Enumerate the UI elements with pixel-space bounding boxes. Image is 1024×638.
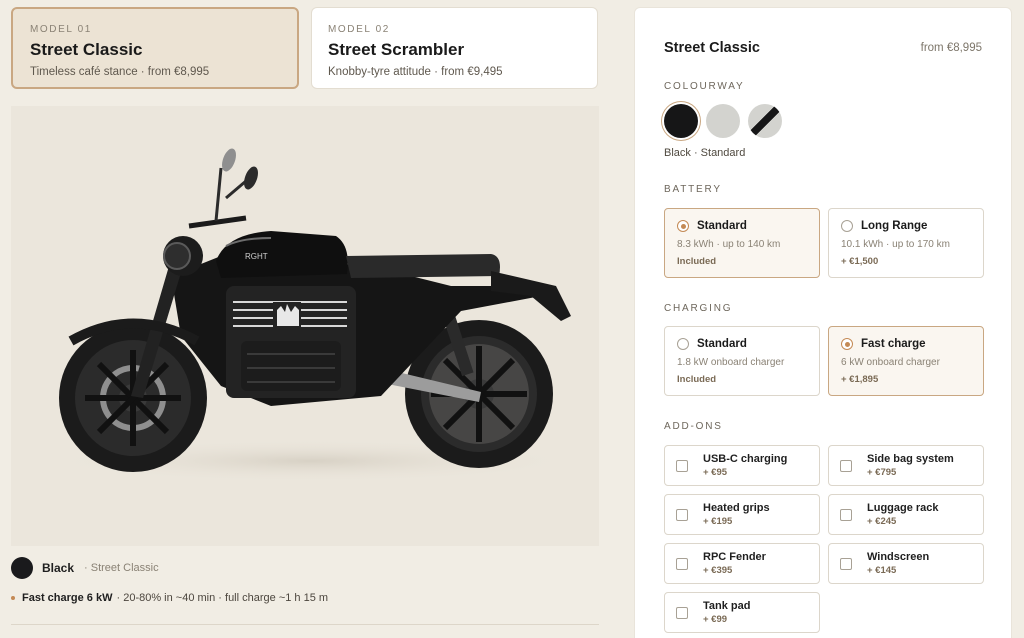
radio-icon[interactable] bbox=[677, 338, 689, 350]
option-desc: 1.8 kW onboard charger bbox=[677, 357, 785, 368]
radio-selected-icon[interactable] bbox=[677, 220, 689, 232]
model-card-street-classic[interactable]: MODEL 01 Street Classic Timeless café st… bbox=[11, 7, 299, 89]
battery-label: BATTERY bbox=[664, 184, 722, 195]
addon-luggage-rack[interactable]: Luggage rack + €245 bbox=[828, 494, 984, 535]
addon-name: Windscreen bbox=[867, 551, 930, 563]
tank-badge: RGHT bbox=[245, 252, 268, 261]
checkbox-icon[interactable] bbox=[676, 606, 688, 619]
motorcycle-image: RGHT bbox=[41, 148, 581, 483]
addon-name: Luggage rack bbox=[867, 502, 939, 514]
option-name: Long Range bbox=[861, 220, 928, 232]
option-name: Standard bbox=[697, 220, 747, 232]
caption-model-name: · Street Classic bbox=[84, 562, 159, 574]
motorcycle-preview: RGHT bbox=[11, 106, 599, 546]
model-card-street-scrambler[interactable]: MODEL 02 Street Scrambler Knobby-tyre at… bbox=[311, 7, 598, 89]
model-name: Street Scrambler bbox=[328, 40, 465, 59]
addon-name: Heated grips bbox=[703, 502, 770, 514]
caption-colour-name: Black bbox=[42, 561, 75, 575]
addon-price: + €145 bbox=[867, 565, 897, 576]
front-wheel bbox=[59, 324, 207, 472]
bullet-icon bbox=[11, 596, 15, 600]
addon-heated-grips[interactable]: Heated grips + €195 bbox=[664, 494, 820, 535]
option-desc: 8.3 kWh · up to 140 km bbox=[677, 239, 781, 250]
charge-highlight: Fast charge 6 kW bbox=[22, 592, 113, 604]
colourway-caption: Black · Standard bbox=[664, 147, 746, 159]
checkbox-icon[interactable] bbox=[676, 459, 688, 472]
battery-option-long-range[interactable]: Long Range 10.1 kWh · up to 170 km + €1,… bbox=[828, 208, 984, 278]
addon-name: RPC Fender bbox=[703, 551, 766, 563]
checkbox-icon[interactable] bbox=[676, 508, 688, 521]
option-price: Included bbox=[677, 256, 717, 267]
charge-detail: · 20-80% in ~40 min · full charge ~1 h 1… bbox=[116, 592, 329, 604]
addons-label: ADD-ONS bbox=[664, 421, 723, 432]
checkbox-icon[interactable] bbox=[840, 459, 852, 472]
option-price: + €1,895 bbox=[841, 374, 879, 385]
addon-side-bag-system[interactable]: Side bag system + €795 bbox=[828, 445, 984, 486]
charge-info: Fast charge 6 kW · 20-80% in ~40 min · f… bbox=[11, 592, 328, 604]
model-name: Street Classic bbox=[30, 40, 143, 59]
colourway-options bbox=[664, 104, 782, 138]
panel-title: Street Classic bbox=[664, 40, 760, 56]
addon-price: + €95 bbox=[703, 467, 728, 478]
addon-rpc-fender[interactable]: RPC Fender + €395 bbox=[664, 543, 820, 584]
colourway-label: COLOURWAY bbox=[664, 81, 745, 92]
addon-price: + €795 bbox=[867, 467, 897, 478]
addon-price: + €245 bbox=[867, 516, 897, 527]
checkbox-icon[interactable] bbox=[840, 508, 852, 521]
preview-caption: Black · Street Classic bbox=[11, 557, 159, 579]
colour-swatch bbox=[11, 557, 33, 579]
charging-label: CHARGING bbox=[664, 303, 733, 314]
divider bbox=[11, 624, 599, 625]
charging-option-standard[interactable]: Standard 1.8 kW onboard charger Included bbox=[664, 326, 820, 396]
colour-swatch-black[interactable] bbox=[664, 104, 698, 138]
radio-icon[interactable] bbox=[841, 220, 853, 232]
addon-usb-c-charging[interactable]: USB-C charging + €95 bbox=[664, 445, 820, 486]
model-number: MODEL 01 bbox=[30, 24, 92, 35]
addon-windscreen[interactable]: Windscreen + €145 bbox=[828, 543, 984, 584]
model-subtitle: Timeless café stance · from €8,995 bbox=[30, 66, 210, 78]
addon-price: + €195 bbox=[703, 516, 733, 527]
charging-option-fast[interactable]: Fast charge 6 kW onboard charger + €1,89… bbox=[828, 326, 984, 396]
addon-price: + €395 bbox=[703, 565, 733, 576]
config-panel: Street Classic from €8,995 COLOURWAY Bla… bbox=[634, 7, 1012, 638]
option-desc: 6 kW onboard charger bbox=[841, 357, 940, 368]
addon-name: Tank pad bbox=[703, 600, 751, 612]
colour-swatch-stripe[interactable] bbox=[748, 104, 782, 138]
radio-selected-icon[interactable] bbox=[841, 338, 853, 350]
option-price: + €1,500 bbox=[841, 256, 879, 267]
option-name: Standard bbox=[697, 338, 747, 350]
option-price: Included bbox=[677, 374, 717, 385]
addon-name: Side bag system bbox=[867, 453, 954, 465]
option-name: Fast charge bbox=[861, 338, 926, 350]
addon-name: USB-C charging bbox=[703, 453, 788, 465]
checkbox-icon[interactable] bbox=[840, 557, 852, 570]
battery-option-standard[interactable]: Standard 8.3 kWh · up to 140 km Included bbox=[664, 208, 820, 278]
model-subtitle: Knobby-tyre attitude · from €9,495 bbox=[328, 66, 503, 78]
colour-swatch-silver[interactable] bbox=[706, 104, 740, 138]
option-desc: 10.1 kWh · up to 170 km bbox=[841, 239, 950, 250]
panel-price: from €8,995 bbox=[920, 42, 982, 54]
addon-tank-pad[interactable]: Tank pad + €99 bbox=[664, 592, 820, 633]
addon-price: + €99 bbox=[703, 614, 728, 625]
checkbox-icon[interactable] bbox=[676, 557, 688, 570]
model-number: MODEL 02 bbox=[328, 24, 390, 35]
